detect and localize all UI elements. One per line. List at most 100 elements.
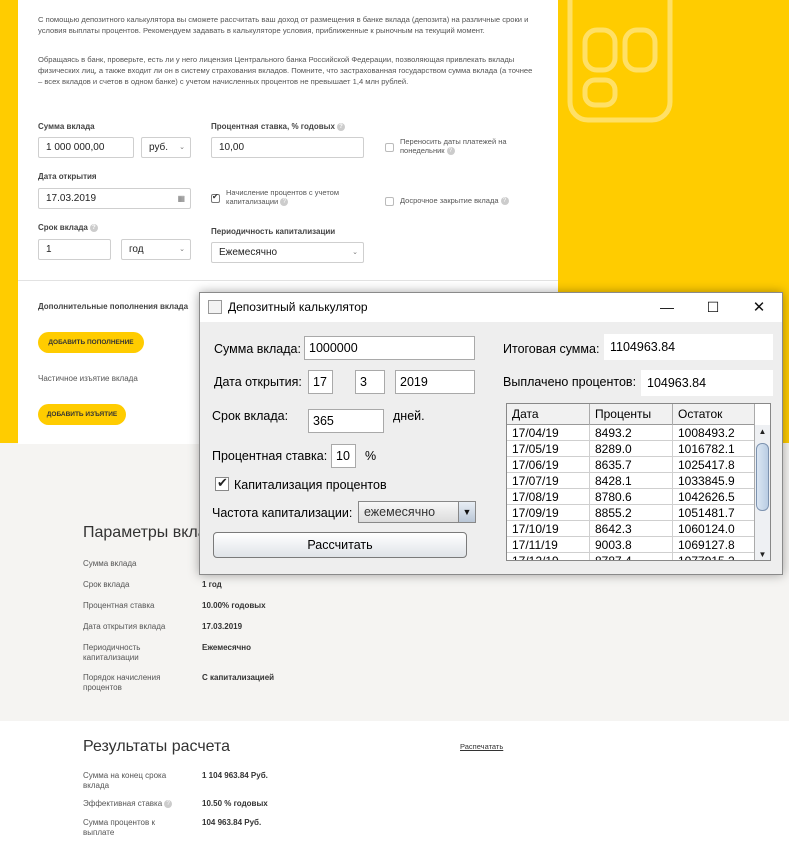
table-row[interactable]: 17/12/19 8787.4 1077915.2 <box>507 553 755 560</box>
column-header-balance[interactable]: Остаток <box>673 404 755 425</box>
table-row[interactable]: 17/07/19 8428.1 1033845.9 <box>507 473 755 489</box>
column-header-interest[interactable]: Проценты <box>590 404 673 425</box>
add-deposit-button[interactable]: ДОБАВИТЬ ПОПОЛНЕНИЕ <box>38 332 144 353</box>
param-value: Ежемесячно <box>202 643 251 652</box>
cell-balance: 1008493.2 <box>673 425 755 441</box>
rate-label: Процентная ставка: <box>212 449 328 463</box>
date-label: Дата открытия: <box>214 375 302 389</box>
calendar-icon[interactable]: ▦ <box>177 189 185 208</box>
table-row[interactable]: 17/08/19 8780.6 1042626.5 <box>507 489 755 505</box>
param-label: Порядок начисления процентов <box>83 673 161 692</box>
chevron-down-icon: ⌄ <box>352 249 358 256</box>
calculator-decoration-icon <box>567 0 673 123</box>
cell-date: 17/11/19 <box>507 537 590 553</box>
calculate-button[interactable]: Рассчитать <box>213 532 467 558</box>
amount-input[interactable]: 1000000 <box>304 336 475 360</box>
column-header-date[interactable]: Дата <box>507 404 590 425</box>
table-row[interactable]: 17/06/19 8635.7 1025417.8 <box>507 457 755 473</box>
move-dates-checkbox[interactable] <box>385 143 394 152</box>
amount-input[interactable]: 1 000 000,00 <box>38 137 134 158</box>
chevron-down-icon: ⌄ <box>179 144 185 151</box>
result-value: 1 104 963.84 Руб. <box>202 771 268 780</box>
cell-date: 17/05/19 <box>507 441 590 457</box>
cell-date: 17/10/19 <box>507 521 590 537</box>
frequency-label: Частота капитализации: <box>212 506 353 520</box>
rate-input[interactable]: 10 <box>331 444 356 468</box>
cell-date: 17/06/19 <box>507 457 590 473</box>
frequency-select[interactable]: ежемесячно ▼ <box>358 501 476 523</box>
cell-balance: 1069127.8 <box>673 537 755 553</box>
currency-value: руб. <box>149 142 169 153</box>
rate-label: Процентная ставка, % годовых? <box>211 122 345 131</box>
scroll-up-icon[interactable]: ▲ <box>755 425 770 439</box>
early-close-label: Досрочное закрытие вклада? <box>400 196 550 206</box>
date-label: Дата открытия <box>38 172 97 181</box>
cell-date: 17/09/19 <box>507 505 590 521</box>
cell-interest: 8787.4 <box>590 553 673 560</box>
cell-date: 17/12/19 <box>507 553 590 560</box>
periodicity-select[interactable]: Ежемесячно ⌄ <box>211 242 364 263</box>
print-link[interactable]: Распечатать <box>460 742 503 751</box>
extra-deposits-label: Дополнительные пополнения вклада <box>38 302 189 311</box>
param-label: Процентная ставка <box>83 601 155 610</box>
table-row[interactable]: 17/05/19 8289.0 1016782.1 <box>507 441 755 457</box>
window-titlebar[interactable]: Депозитный калькулятор — ☐ ✕ <box>200 293 782 322</box>
params-title: Параметры вкла <box>83 524 207 541</box>
scroll-down-icon[interactable]: ▼ <box>755 548 770 560</box>
cell-balance: 1025417.8 <box>673 457 755 473</box>
cell-balance: 1077915.2 <box>673 553 755 560</box>
cell-interest: 8855.2 <box>590 505 673 521</box>
day-input[interactable]: 17 <box>308 370 333 394</box>
param-value: 1 год <box>202 580 222 589</box>
result-label: Эффективная ставка? <box>83 799 178 809</box>
cell-balance: 1042626.5 <box>673 489 755 505</box>
result-value: 10.50 % годовых <box>202 799 268 808</box>
table-row[interactable]: 17/09/19 8855.2 1051481.7 <box>507 505 755 521</box>
scrollbar-thumb[interactable] <box>756 443 769 511</box>
chevron-down-icon: ⌄ <box>179 246 185 253</box>
paid-label: Выплачено процентов: <box>503 375 637 389</box>
paid-output: 104963.84 <box>641 370 773 396</box>
partial-withdrawal-label: Частичное изъятие вклада <box>38 374 138 383</box>
help-icon[interactable]: ? <box>500 197 509 206</box>
table-scrollbar[interactable]: ▲ ▼ <box>754 425 770 560</box>
month-input[interactable]: 3 <box>355 370 385 394</box>
table-row[interactable]: 17/04/19 8493.2 1008493.2 <box>507 425 755 441</box>
rate-input[interactable]: 10,00 <box>211 137 364 158</box>
year-input[interactable]: 2019 <box>395 370 475 394</box>
divider <box>18 280 558 281</box>
help-icon[interactable]: ? <box>164 799 173 808</box>
term-input[interactable]: 365 <box>308 409 384 433</box>
periodicity-label: Периодичность капитализации <box>211 227 336 236</box>
table-row[interactable]: 17/10/19 8642.3 1060124.0 <box>507 521 755 537</box>
term-unit-label: дней. <box>393 409 425 423</box>
help-icon[interactable]: ? <box>89 223 98 232</box>
capitalization-checkbox[interactable] <box>211 192 220 203</box>
capitalization-label: Капитализация процентов <box>234 478 387 492</box>
param-label: Сумма вклада <box>83 559 137 568</box>
result-label: Сумма на конец срока вклада <box>83 771 167 790</box>
minimize-icon[interactable]: — <box>644 293 690 322</box>
early-close-checkbox[interactable] <box>385 197 394 206</box>
capitalization-checkbox[interactable] <box>215 475 229 491</box>
term-unit-value: год <box>129 244 144 255</box>
help-icon[interactable]: ? <box>446 147 455 156</box>
date-input[interactable]: 17.03.2019 ▦ <box>38 188 191 209</box>
close-icon[interactable]: ✕ <box>736 293 782 322</box>
cell-balance: 1033845.9 <box>673 473 755 489</box>
help-icon[interactable]: ? <box>280 198 289 207</box>
maximize-icon[interactable]: ☐ <box>690 293 736 322</box>
result-value: 104 963.84 Руб. <box>202 818 262 827</box>
schedule-table[interactable]: Дата Проценты Остаток 17/04/19 8493.2 10… <box>506 403 771 561</box>
cell-interest: 8635.7 <box>590 457 673 473</box>
param-value: 10.00% годовых <box>202 601 266 610</box>
table-row[interactable]: 17/11/19 9003.8 1069127.8 <box>507 537 755 553</box>
warning-text: Обращаясь в банк, проверьте, есть ли у н… <box>38 55 533 86</box>
help-icon[interactable]: ? <box>336 122 345 131</box>
term-input[interactable]: 1 <box>38 239 111 260</box>
window-title: Депозитный калькулятор <box>228 300 368 314</box>
currency-select[interactable]: руб. ⌄ <box>141 137 191 158</box>
add-withdrawal-button[interactable]: ДОБАВИТЬ ИЗЪЯТИЕ <box>38 404 126 425</box>
dropdown-arrow-icon[interactable]: ▼ <box>458 502 475 522</box>
term-unit-select[interactable]: год ⌄ <box>121 239 191 260</box>
